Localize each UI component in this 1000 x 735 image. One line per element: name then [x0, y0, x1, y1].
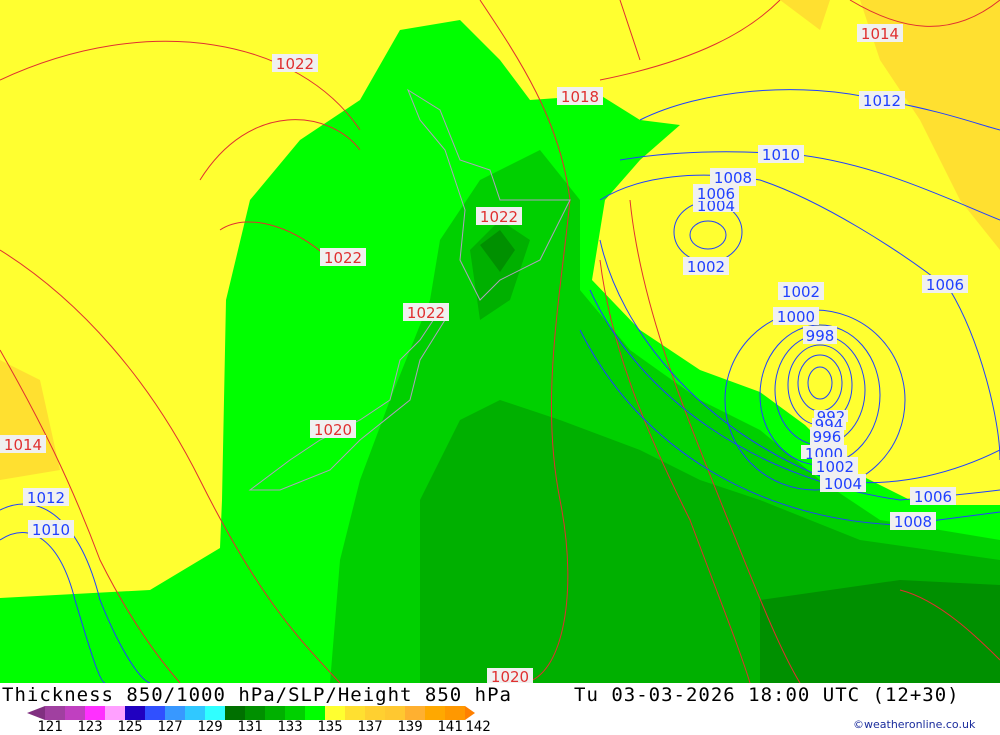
height-label: 996	[810, 427, 844, 446]
svg-text:1010: 1010	[762, 146, 800, 164]
height-label: 1008	[890, 512, 936, 531]
height-label: 1006	[693, 184, 739, 203]
legend-swatch	[405, 706, 425, 720]
svg-text:1002: 1002	[816, 458, 854, 476]
legend-swatch	[145, 706, 165, 720]
legend-swatch	[85, 706, 105, 720]
slp-label: 1014	[0, 435, 46, 454]
svg-text:1002: 1002	[687, 258, 725, 276]
legend-swatch	[45, 706, 65, 720]
height-label: 1000	[773, 307, 819, 326]
height-label: 1002	[683, 257, 729, 276]
legend-swatch	[445, 706, 465, 720]
thickness-legend	[27, 706, 475, 720]
legend-swatch	[305, 706, 325, 720]
valid-time: Tu 03-03-2026 18:00 UTC (12+30)	[574, 684, 960, 706]
slp-label: 1022	[476, 207, 522, 226]
height-label: 1006	[910, 487, 956, 506]
svg-text:1006: 1006	[697, 185, 735, 203]
weather-map: 1014 1022 1018 1022 1022 1022 1014 1020 …	[0, 0, 1000, 683]
svg-text:1022: 1022	[407, 304, 445, 322]
legend-arrow-low	[27, 706, 45, 720]
legend-swatch	[165, 706, 185, 720]
slp-label: 1022	[320, 248, 366, 267]
height-label: 1010	[758, 145, 804, 164]
height-label: 1012	[859, 91, 905, 110]
svg-text:998: 998	[806, 327, 835, 345]
slp-label: 1018	[557, 87, 603, 106]
svg-text:996: 996	[813, 428, 842, 446]
height-label: 1002	[778, 282, 824, 301]
svg-text:1018: 1018	[561, 88, 599, 106]
legend-swatch	[245, 706, 265, 720]
svg-text:1006: 1006	[926, 276, 964, 294]
svg-text:1020: 1020	[491, 668, 529, 683]
legend-swatch	[325, 706, 345, 720]
slp-label: 1020	[310, 420, 356, 439]
legend-swatch	[425, 706, 445, 720]
svg-text:1020: 1020	[314, 421, 352, 439]
svg-text:1022: 1022	[276, 55, 314, 73]
height-label: 1002	[812, 457, 858, 476]
svg-text:1000: 1000	[777, 308, 815, 326]
height-label: 1012	[23, 488, 69, 507]
svg-text:1014: 1014	[4, 436, 42, 454]
credit-link[interactable]: ©weatheronline.co.uk	[853, 718, 975, 731]
svg-text:1012: 1012	[27, 489, 65, 507]
legend-swatch	[285, 706, 305, 720]
legend-swatch	[225, 706, 245, 720]
slp-label: 1020	[487, 668, 533, 683]
slp-label: 1022	[272, 54, 318, 73]
svg-text:1002: 1002	[782, 283, 820, 301]
svg-text:1022: 1022	[324, 249, 362, 267]
height-label: 1010	[28, 520, 74, 539]
legend-swatch	[185, 706, 205, 720]
legend-swatch	[365, 706, 385, 720]
height-label: 1006	[922, 275, 968, 294]
svg-text:1014: 1014	[861, 25, 899, 43]
legend-arrow-high	[465, 706, 475, 720]
svg-text:1004: 1004	[824, 475, 862, 493]
svg-text:1010: 1010	[32, 521, 70, 539]
legend-swatch	[105, 706, 125, 720]
svg-text:1006: 1006	[914, 488, 952, 506]
svg-text:1012: 1012	[863, 92, 901, 110]
height-label: 1004	[820, 474, 866, 493]
map-title: Thickness 850/1000 hPa/SLP/Height 850 hP…	[2, 684, 512, 706]
height-label: 998	[803, 326, 837, 345]
legend-swatch	[345, 706, 365, 720]
legend-swatch	[65, 706, 85, 720]
legend-swatch	[265, 706, 285, 720]
slp-label: 1022	[403, 303, 449, 322]
legend-ticks: 121 123 125 127 129 131 133 135 137 139 141 142	[0, 719, 520, 735]
slp-label: 1014	[857, 24, 903, 43]
legend-swatch	[385, 706, 405, 720]
legend-swatch	[205, 706, 225, 720]
svg-text:1008: 1008	[894, 513, 932, 531]
svg-text:1022: 1022	[480, 208, 518, 226]
legend-swatch	[125, 706, 145, 720]
